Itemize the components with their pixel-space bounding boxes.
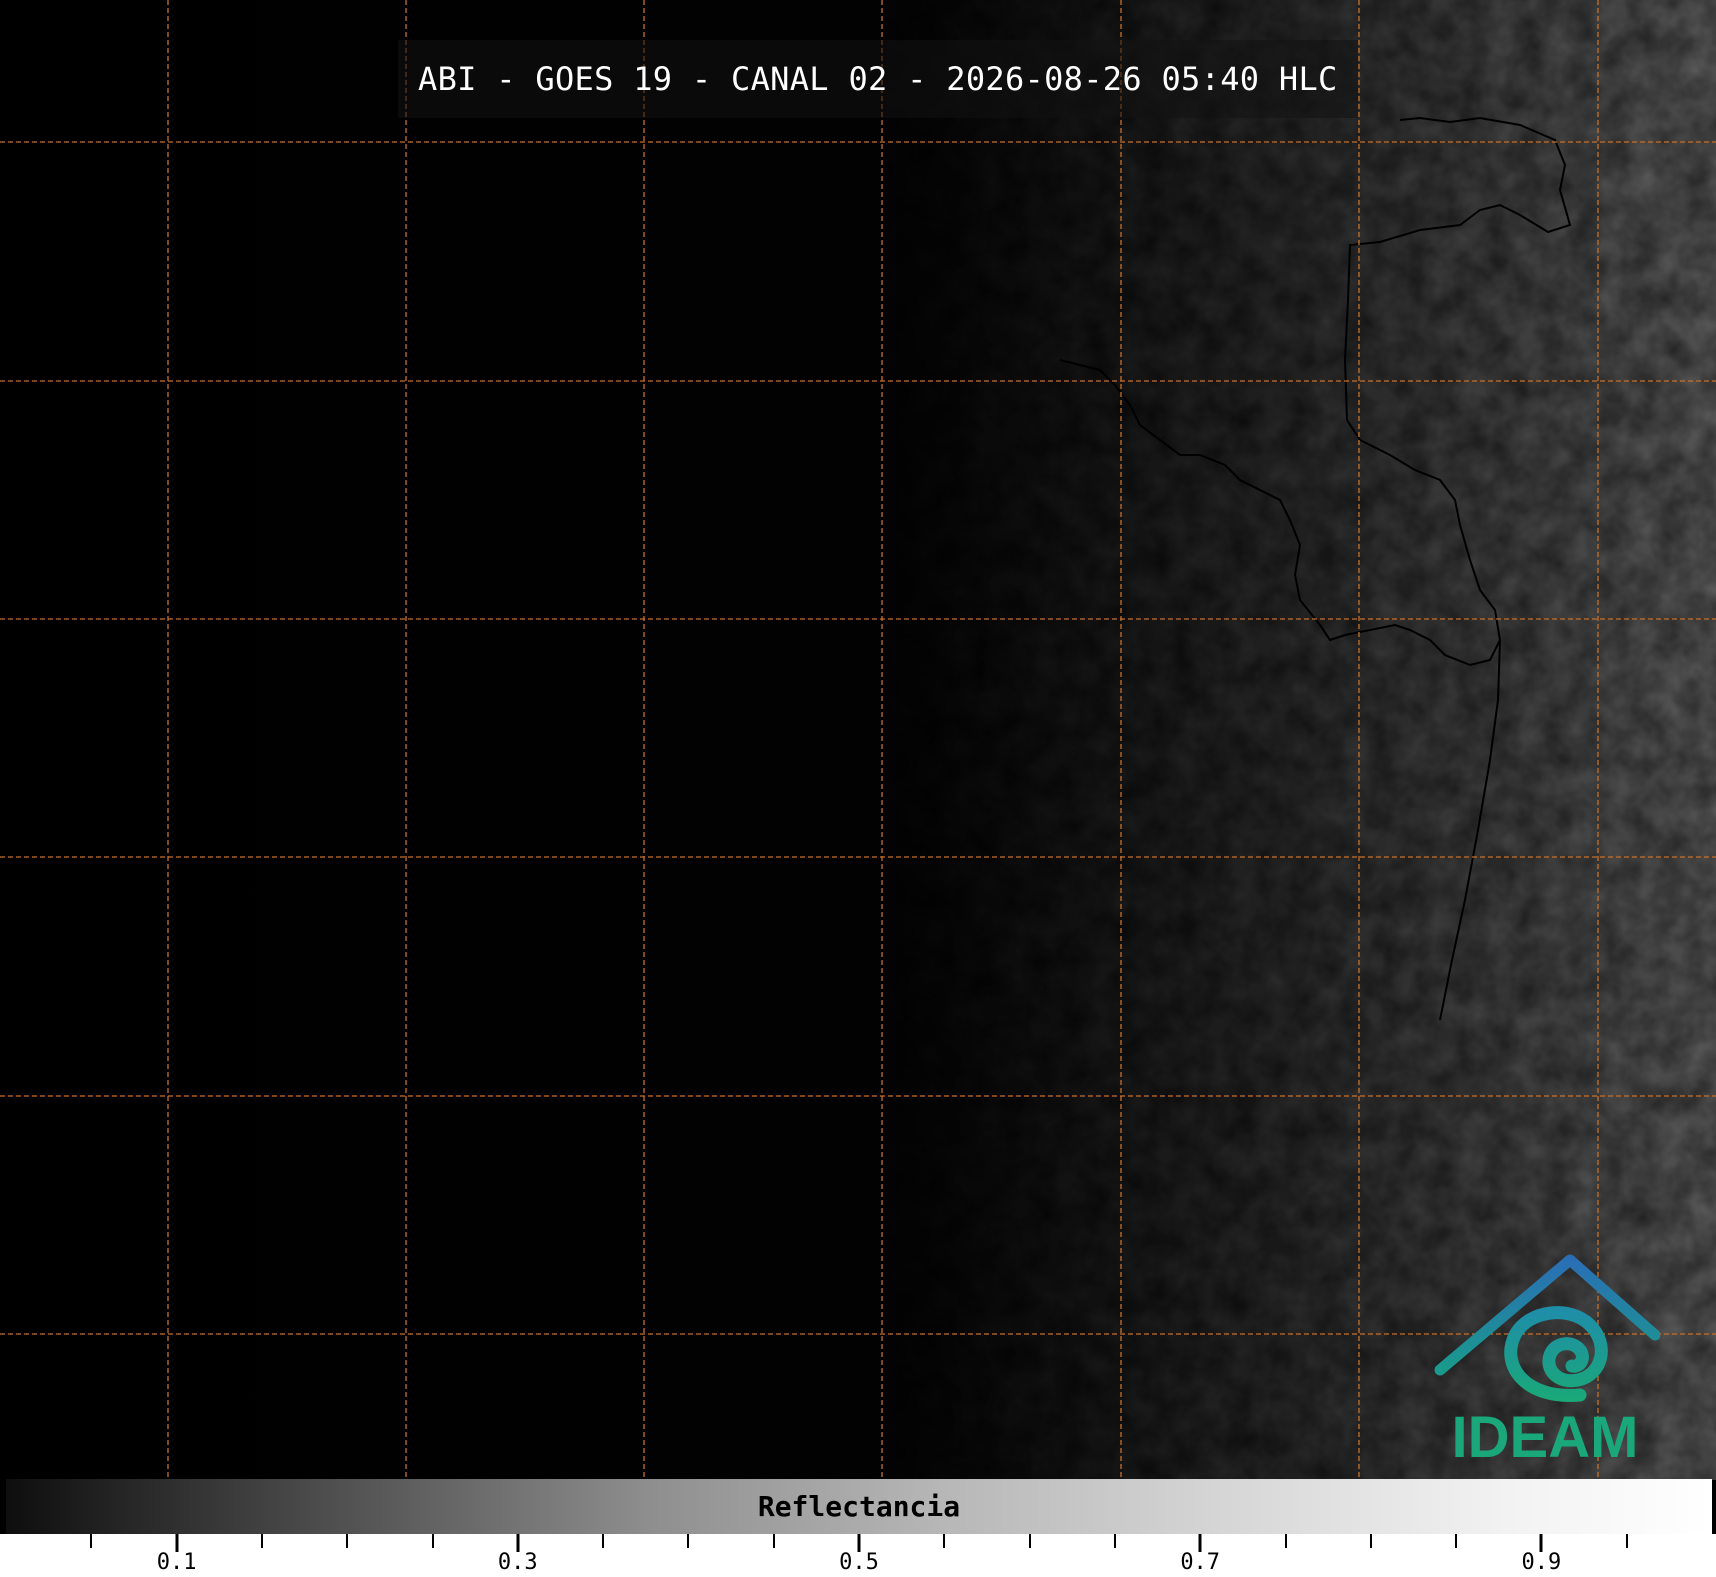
colorbar-minor-tick	[772, 1534, 775, 1548]
colorbar-minor-tick	[431, 1534, 434, 1548]
logo-text: IDEAM	[1451, 1405, 1639, 1470]
image-title: ABI - GOES 19 - CANAL 02 - 2026-08-26 05…	[398, 40, 1358, 118]
colorbar-minor-tick	[1113, 1534, 1116, 1548]
colorbar-label: Reflectancia	[757, 1490, 961, 1523]
colorbar-minor-tick	[1625, 1534, 1628, 1548]
ideam-logo-emblem	[1434, 1254, 1661, 1402]
colorbar-tick-label: 0.3	[497, 1550, 538, 1575]
colorbar-tick-label: 0.9	[1521, 1550, 1562, 1575]
colorbar-tick-label: 0.7	[1180, 1550, 1221, 1575]
colorbar-minor-tick	[1284, 1534, 1287, 1548]
colorbar-minor-tick	[260, 1534, 263, 1548]
colorbar-tick-label: 0.5	[839, 1550, 879, 1575]
colorbar-minor-tick	[346, 1534, 349, 1548]
ideam-logo: IDEAM	[1430, 1250, 1661, 1472]
colorbar-minor-tick	[90, 1534, 93, 1548]
colorbar-minor-tick	[1369, 1534, 1372, 1548]
title-text: ABI - GOES 19 - CANAL 02 - 2026-08-26 05…	[418, 60, 1338, 98]
colorbar-minor-tick	[943, 1534, 946, 1548]
colorbar-tick-label: 0.1	[156, 1550, 197, 1575]
colorbar-axis: 0.1 0.3 0.5 0.7 0.9	[0, 1534, 1716, 1577]
colorbar-minor-tick	[1455, 1534, 1458, 1548]
colorbar: Reflectancia	[6, 1479, 1712, 1537]
colorbar-minor-tick	[687, 1534, 690, 1548]
colorbar-minor-tick	[1028, 1534, 1031, 1548]
colorbar-minor-tick	[602, 1534, 605, 1548]
